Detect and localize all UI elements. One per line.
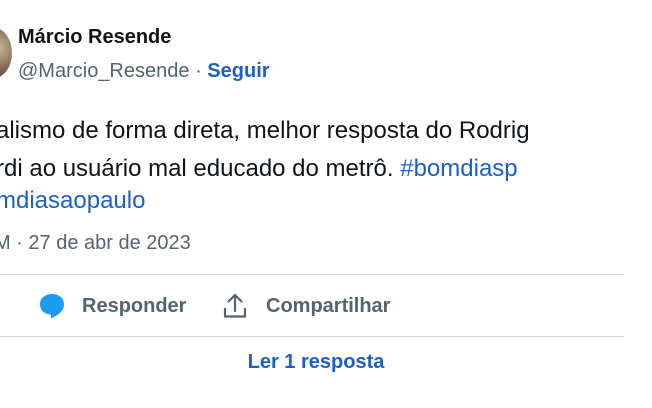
share-label: Compartilhar <box>266 294 391 317</box>
upload-arrow-icon <box>222 292 248 320</box>
reply-button[interactable]: Responder <box>38 290 186 322</box>
tweet-text-line-2: rdi ao usuário mal educado do metrô. #bo… <box>0 154 518 184</box>
divider <box>0 274 624 275</box>
avatar[interactable] <box>0 28 12 78</box>
handle-separator: · <box>195 60 202 82</box>
speech-bubble-icon <box>38 292 66 320</box>
author-name[interactable]: Márcio Resende <box>18 26 171 49</box>
author-handle[interactable]: @Marcio_Resende <box>18 60 190 82</box>
author-handle-row: @Marcio_Resende · Seguir <box>18 60 270 83</box>
tweet-timestamp[interactable]: M · 27 de abr de 2023 <box>0 232 191 255</box>
divider <box>0 336 624 337</box>
reply-label: Responder <box>82 294 187 317</box>
read-replies-label: Ler 1 resposta <box>247 350 385 373</box>
tweet-text-line-1: alismo de forma direta, melhor resposta … <box>0 117 530 144</box>
read-replies-button[interactable]: Ler 1 resposta <box>0 338 652 386</box>
follow-link[interactable]: Seguir <box>207 60 269 82</box>
share-button[interactable]: Compartilhar <box>222 290 390 322</box>
hashtag-link[interactable]: mdiasaopaulo <box>0 187 145 214</box>
tweet-text-line-3: mdiasaopaulo <box>0 186 145 216</box>
hashtag-link[interactable]: #bomdiasp <box>400 155 517 182</box>
tweet-text: rdi ao usuário mal educado do metrô. <box>0 155 401 182</box>
